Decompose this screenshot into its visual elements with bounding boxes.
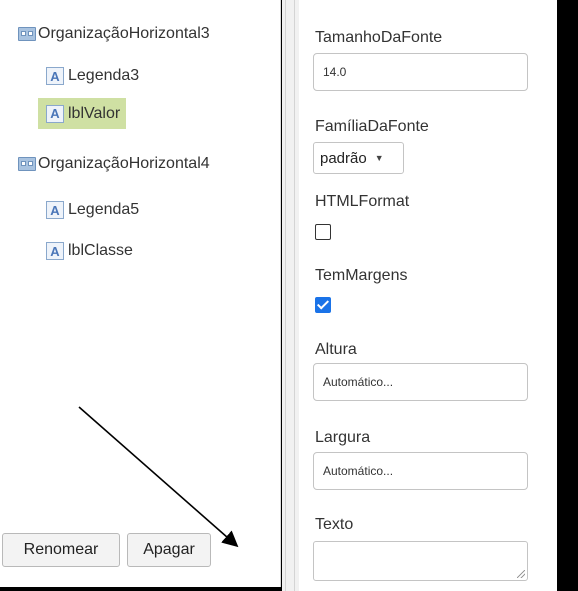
annotation-arrow-icon — [78, 406, 239, 548]
